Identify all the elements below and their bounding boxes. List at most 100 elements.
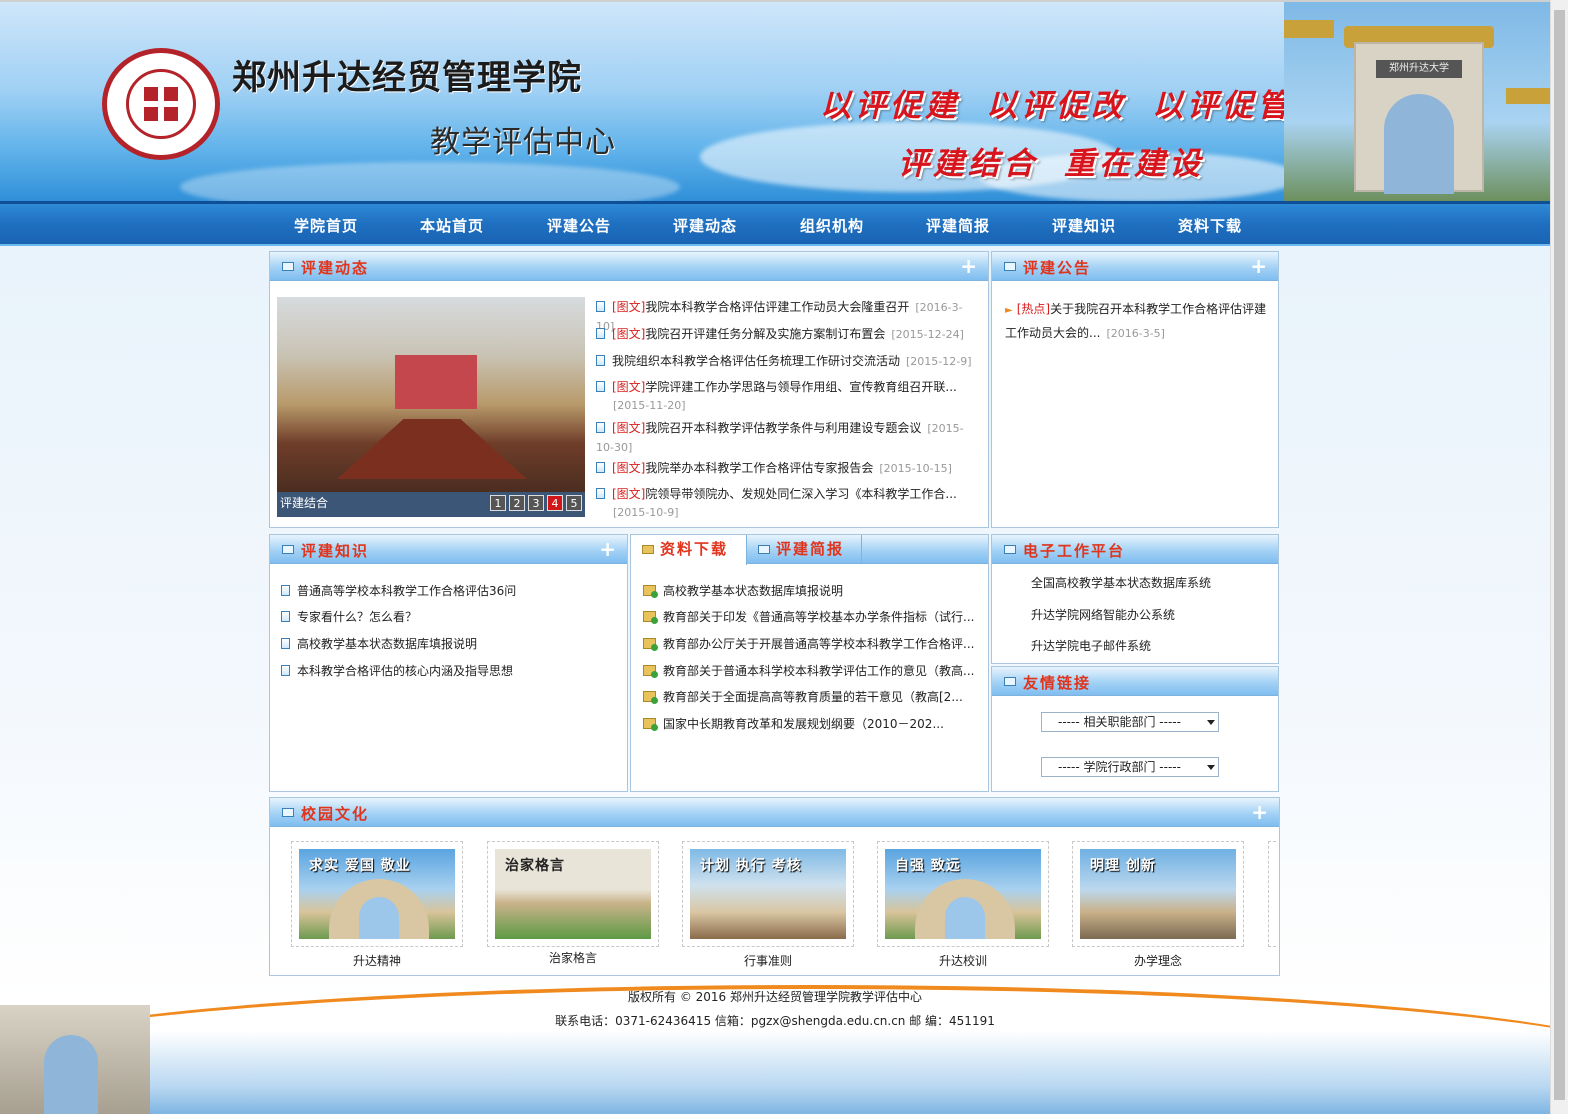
knowledge-item[interactable]: 高校教学基本状态数据库填报说明 xyxy=(281,635,477,652)
news-text[interactable]: 我院举办本科教学工作合格评估专家报告会 xyxy=(645,461,873,475)
news-text[interactable]: 学院评建工作办学思路与领导作用组、宣传教育组召开联... xyxy=(645,380,956,394)
news-text[interactable]: 我院召开评建任务分解及实施方案制订布置会 xyxy=(645,327,885,341)
knowledge-item[interactable]: 专家看什么？怎么看？ xyxy=(281,608,417,625)
slider-caption: 评建结合 xyxy=(280,496,329,510)
nav-news[interactable]: 评建动态 xyxy=(673,215,737,236)
culture-item-conduct[interactable]: 计划 执行 考核 行事准则 xyxy=(682,841,854,971)
culture-item-school-motto[interactable]: 自强 致远 升达校训 xyxy=(877,841,1049,971)
culture-item-spirit[interactable]: 求实 爱国 敬业 升达精神 xyxy=(291,841,463,971)
news-panel-header: 评建动态 + xyxy=(270,252,988,281)
knowledge-item[interactable]: 本科教学合格评估的核心内涵及指导思想 xyxy=(281,662,513,679)
administrative-departments-select[interactable]: ----- 学院行政部门 ----- xyxy=(1041,757,1219,777)
download-item[interactable]: 教育部关于普通本科学校本科教学评估工作的意见（教高... xyxy=(643,662,974,679)
knowledge-text[interactable]: 专家看什么？怎么看？ xyxy=(297,610,417,624)
download-text[interactable]: 教育部关于普通本科学校本科教学评估工作的意见（教高... xyxy=(663,664,974,678)
slider-page-3[interactable]: 3 xyxy=(528,495,544,511)
news-text[interactable]: 我院组织本科教学合格评估任务梳理工作研讨交流活动 xyxy=(612,354,900,368)
news-tag: [图文] xyxy=(612,380,646,394)
platform-link-office[interactable]: 升达学院网络智能办公系统 xyxy=(1031,606,1175,623)
news-item[interactable]: [图文]院领导带领院办、发规处同仁深入学习《本科教学工作合... [2015-10… xyxy=(596,485,974,522)
culture-label[interactable]: 治家格言 xyxy=(487,949,659,966)
notice-item[interactable]: ► [热点]关于我院召开本科教学工作合格评估评建工作动员大会的... [2016-3… xyxy=(1005,298,1270,345)
download-item[interactable]: 高校教学基本状态数据库填报说明 xyxy=(643,582,843,599)
culture-image[interactable]: 求实 爱国 敬业 xyxy=(299,849,455,939)
platform-panel-header: 电子工作平台 xyxy=(992,535,1278,564)
notice-panel: 评建公告 + xyxy=(991,251,1279,528)
slider-page-2[interactable]: 2 xyxy=(509,495,525,511)
news-text[interactable]: 我院召开本科教学评估教学条件与利用建设专题会议 xyxy=(645,421,921,435)
download-text[interactable]: 国家中长期教育改革和发展规划纲要（2010－202... xyxy=(663,717,944,731)
download-text[interactable]: 教育部关于印发《普通高等学校基本办学条件指标（试行... xyxy=(663,610,974,624)
news-text[interactable]: 我院本科教学合格评估评建工作动员大会隆重召开 xyxy=(645,300,909,314)
download-item[interactable]: 国家中长期教育改革和发展规划纲要（2010－202... xyxy=(643,715,944,732)
culture-label[interactable]: 行事准则 xyxy=(682,952,854,969)
nav-notices[interactable]: 评建公告 xyxy=(547,215,611,236)
knowledge-text[interactable]: 普通高等学校本科教学工作合格评估36问 xyxy=(297,584,516,598)
download-text[interactable]: 高校教学基本状态数据库填报说明 xyxy=(663,584,843,598)
platform-link-database[interactable]: 全国高校教学基本状态数据库系统 xyxy=(1031,574,1211,591)
download-tab-bar: 资料下载 评建简报 xyxy=(631,535,988,565)
chevron-down-icon xyxy=(1207,765,1215,770)
document-icon xyxy=(281,585,290,596)
slogan-3: 以评促管 xyxy=(1152,88,1292,124)
news-item[interactable]: [图文]我院召开评建任务分解及实施方案制订布置会 [2015-12-24] xyxy=(596,325,974,344)
culture-panel-header: 校园文化 + xyxy=(270,798,1279,827)
news-date: [2015-11-20] xyxy=(613,399,686,412)
news-text[interactable]: 院领导带领院办、发规处同仁深入学习《本科教学工作合... xyxy=(645,487,956,501)
footer-contact: 联系电话：0371-62436415 信箱：pgzx@shengda.edu.c… xyxy=(555,1014,995,1028)
culture-label[interactable]: 升达精神 xyxy=(291,952,463,969)
slider-page-5[interactable]: 5 xyxy=(566,495,582,511)
nav-briefings[interactable]: 评建简报 xyxy=(926,215,990,236)
scrollbar-thumb[interactable] xyxy=(1554,10,1565,1100)
news-more-button[interactable]: + xyxy=(960,254,977,278)
news-item[interactable]: [图文]我院召开本科教学评估教学条件与利用建设专题会议 [2015-10-30] xyxy=(596,419,974,457)
nav-knowledge[interactable]: 评建知识 xyxy=(1052,215,1116,236)
stamp-frame: 计划 执行 考核 xyxy=(682,841,854,947)
culture-image[interactable]: 治家格言 xyxy=(495,849,651,939)
culture-label[interactable]: 升达校训 xyxy=(877,952,1049,969)
nav-site-home[interactable]: 本站首页 xyxy=(420,215,484,236)
nav-downloads[interactable]: 资料下载 xyxy=(1178,215,1242,236)
tab-downloads[interactable]: 资料下载 xyxy=(631,535,747,565)
slider-page-4[interactable]: 4 xyxy=(547,495,563,511)
college-logo[interactable] xyxy=(102,48,220,160)
page-scrollbar[interactable] xyxy=(1550,0,1568,1114)
culture-image[interactable]: 计划 执行 考核 xyxy=(690,849,846,939)
culture-more-button[interactable]: + xyxy=(1251,800,1268,824)
notice-panel-header: 评建公告 + xyxy=(992,252,1278,281)
news-item[interactable]: [图文]我院举办本科教学工作合格评估专家报告会 [2015-10-15] xyxy=(596,459,974,478)
document-icon xyxy=(281,665,290,676)
culture-item-philosophy[interactable]: 明理 创新 办学理念 xyxy=(1072,841,1244,971)
links-panel-title: 友情链接 xyxy=(1023,674,1092,692)
knowledge-text[interactable]: 高校教学基本状态数据库填报说明 xyxy=(297,637,477,651)
platform-link-email[interactable]: 升达学院电子邮件系统 xyxy=(1031,637,1151,654)
notice-more-button[interactable]: + xyxy=(1250,254,1267,278)
download-item[interactable]: 教育部办公厅关于开展普通高等学校本科教学工作合格评... xyxy=(643,635,974,652)
image-arch xyxy=(915,879,1015,939)
culture-image[interactable]: 自强 致远 xyxy=(885,849,1041,939)
news-item[interactable]: 我院组织本科教学合格评估任务梳理工作研讨交流活动 [2015-12-9] xyxy=(596,352,974,371)
knowledge-more-button[interactable]: + xyxy=(599,537,616,561)
photo-screen xyxy=(395,355,477,409)
download-text[interactable]: 教育部办公厅关于开展普通高等学校本科教学工作合格评... xyxy=(663,637,974,651)
tab-briefings[interactable]: 评建简报 xyxy=(747,535,862,564)
culture-item-motto[interactable]: 治家格言 治家格言 xyxy=(487,841,659,971)
download-text[interactable]: 教育部关于全面提高高等教育质量的若干意见（教高[2... xyxy=(663,690,963,704)
site-title: 郑州升达经贸管理学院 xyxy=(232,58,582,98)
panel-icon xyxy=(282,808,294,817)
functional-departments-select[interactable]: ----- 相关职能部门 ----- xyxy=(1041,712,1219,732)
knowledge-item[interactable]: 普通高等学校本科教学工作合格评估36问 xyxy=(281,582,516,599)
site-header: 郑州升达经贸管理学院 教学评估中心 以评促建 以评促改 以评促管 评建结合 重在… xyxy=(0,0,1568,201)
knowledge-panel-header: 评建知识 + xyxy=(270,535,627,564)
culture-label[interactable]: 办学理念 xyxy=(1072,952,1244,969)
download-item[interactable]: 教育部关于全面提高高等教育质量的若干意见（教高[2... xyxy=(643,688,963,705)
slider-photo[interactable] xyxy=(277,297,585,492)
news-slider[interactable]: 评建结合 12345 xyxy=(277,297,585,517)
news-item[interactable]: [图文]学院评建工作办学思路与领导作用组、宣传教育组召开联... [2015-11… xyxy=(596,378,974,415)
knowledge-text[interactable]: 本科教学合格评估的核心内涵及指导思想 xyxy=(297,664,513,678)
nav-college-home[interactable]: 学院首页 xyxy=(294,215,358,236)
nav-organization[interactable]: 组织机构 xyxy=(800,215,864,236)
download-item[interactable]: 教育部关于印发《普通高等学校基本办学条件指标（试行... xyxy=(643,608,974,625)
slider-page-1[interactable]: 1 xyxy=(490,495,506,511)
culture-image[interactable]: 明理 创新 xyxy=(1080,849,1236,939)
